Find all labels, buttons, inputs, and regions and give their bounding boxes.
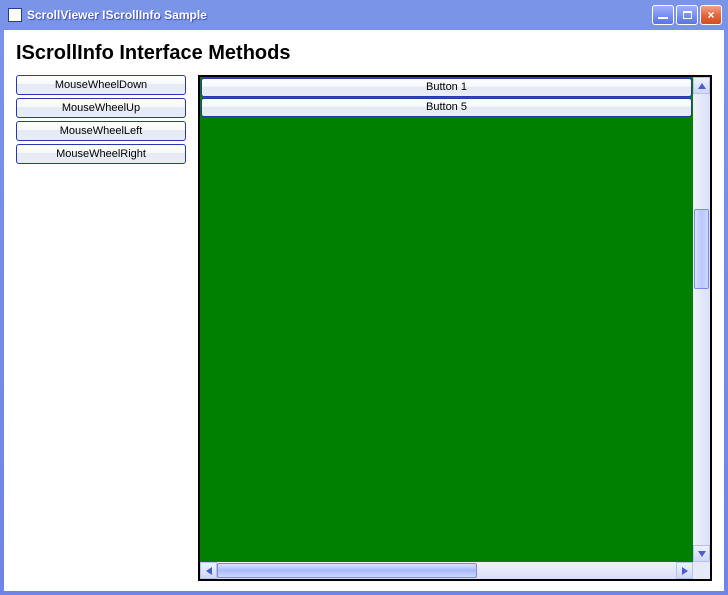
content-button-5[interactable]: Button 5	[201, 98, 692, 117]
scroll-down-button[interactable]	[693, 545, 710, 562]
content-row: MouseWheelDown MouseWheelUp MouseWheelLe…	[16, 75, 712, 581]
viewport-row: Button 1 Button 5	[200, 77, 710, 562]
vertical-scrollbar[interactable]	[693, 77, 710, 562]
horizontal-scroll-thumb[interactable]	[217, 563, 477, 578]
scroll-right-button[interactable]	[676, 562, 693, 579]
window-title: ScrollViewer IScrollInfo Sample	[27, 8, 652, 22]
scroll-left-button[interactable]	[200, 562, 217, 579]
minimize-icon	[658, 17, 668, 19]
minimize-button[interactable]	[652, 5, 674, 25]
horizontal-scrollbar-row	[200, 562, 710, 579]
arrow-up-icon	[698, 83, 706, 89]
scrollbar-corner	[693, 562, 710, 579]
arrow-down-icon	[698, 551, 706, 557]
scroll-viewer: Button 1 Button 5	[198, 75, 712, 581]
scroll-content: Button 1 Button 5	[200, 77, 693, 117]
arrow-right-icon	[682, 567, 688, 575]
mouse-wheel-up-button[interactable]: MouseWheelUp	[16, 98, 186, 118]
horizontal-scrollbar[interactable]	[200, 562, 693, 579]
mouse-wheel-right-button[interactable]: MouseWheelRight	[16, 144, 186, 164]
maximize-icon	[683, 11, 692, 19]
vertical-scroll-thumb[interactable]	[694, 209, 709, 289]
maximize-button[interactable]	[676, 5, 698, 25]
content-button-1[interactable]: Button 1	[201, 78, 692, 97]
title-bar[interactable]: ScrollViewer IScrollInfo Sample ×	[4, 4, 724, 30]
side-button-panel: MouseWheelDown MouseWheelUp MouseWheelLe…	[16, 75, 186, 581]
client-area: IScrollInfo Interface Methods MouseWheel…	[4, 30, 724, 591]
scroll-viewport[interactable]: Button 1 Button 5	[200, 77, 693, 562]
app-window: ScrollViewer IScrollInfo Sample × IScrol…	[0, 0, 728, 595]
close-button[interactable]: ×	[700, 5, 722, 25]
arrow-left-icon	[206, 567, 212, 575]
horizontal-scroll-track[interactable]	[217, 562, 676, 579]
app-icon	[8, 8, 22, 22]
vertical-scroll-track[interactable]	[693, 94, 710, 545]
page-heading: IScrollInfo Interface Methods	[16, 42, 712, 65]
close-icon: ×	[707, 9, 714, 21]
scroll-up-button[interactable]	[693, 77, 710, 94]
window-controls: ×	[652, 5, 722, 25]
mouse-wheel-down-button[interactable]: MouseWheelDown	[16, 75, 186, 95]
mouse-wheel-left-button[interactable]: MouseWheelLeft	[16, 121, 186, 141]
